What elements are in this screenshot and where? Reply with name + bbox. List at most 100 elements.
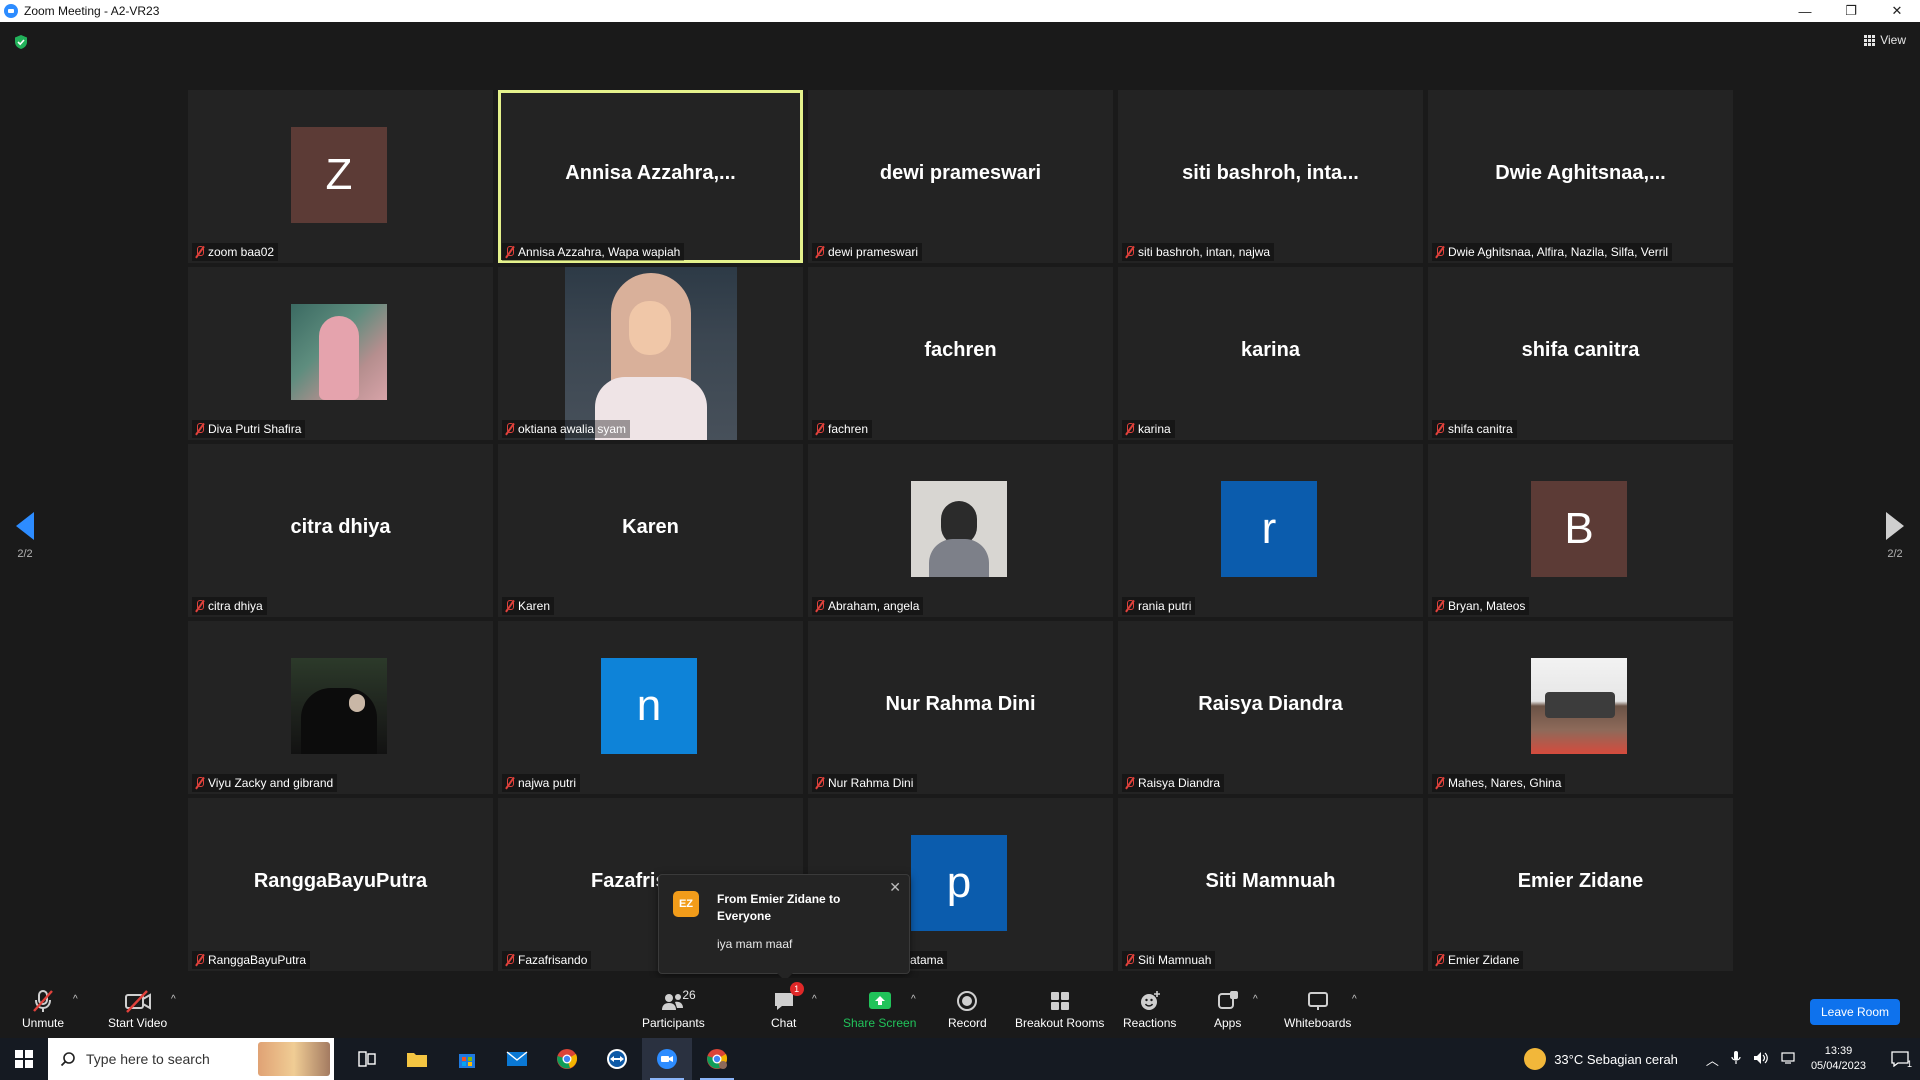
- video-tile[interactable]: Nur Rahma Dini Nur Rahma Dini: [808, 621, 1113, 794]
- weather-widget[interactable]: 33°C Sebagian cerah: [1524, 1048, 1678, 1070]
- muted-mic-icon: [1434, 954, 1445, 966]
- muted-mic-icon: [504, 954, 515, 966]
- video-tile[interactable]: Diva Putri Shafira: [188, 267, 493, 440]
- video-tile[interactable]: Z zoom baa02: [188, 90, 493, 263]
- video-tile[interactable]: Siti Mamnuah Siti Mamnuah: [1118, 798, 1423, 971]
- zoom-app-icon: [4, 4, 18, 18]
- participants-count: 26: [682, 988, 696, 1002]
- participant-label: Diva Putri Shafira: [192, 420, 306, 438]
- restore-button[interactable]: ❐: [1828, 0, 1874, 22]
- video-tile[interactable]: r rania putri: [1118, 444, 1423, 617]
- muted-mic-icon: [1124, 246, 1135, 258]
- chat-notification[interactable]: EZ From Emier Zidane to Everyone iya mam…: [658, 874, 910, 981]
- teamviewer-icon[interactable]: [592, 1038, 642, 1080]
- system-tray: 33°C Sebagian cerah ︿ 13:39 05/04/2023 1: [1524, 1038, 1920, 1080]
- participant-name: Diva Putri Shafira: [208, 422, 302, 436]
- video-options-caret[interactable]: ^: [171, 994, 176, 1005]
- leave-room-button[interactable]: Leave Room: [1810, 999, 1900, 1025]
- whiteboards-label: Whiteboards: [1284, 1016, 1352, 1030]
- video-tile[interactable]: shifa canitra shifa canitra: [1428, 267, 1733, 440]
- video-tile[interactable]: n najwa putri: [498, 621, 803, 794]
- participant-display-name: Nur Rahma Dini: [885, 693, 1036, 715]
- participant-display-name: shifa canitra: [1521, 339, 1640, 361]
- chat-options-caret[interactable]: ^: [812, 994, 817, 1005]
- share-options-caret[interactable]: ^: [911, 994, 916, 1005]
- taskbar-clock[interactable]: 13:39 05/04/2023: [1811, 1044, 1866, 1074]
- video-tile[interactable]: B Bryan, Mateos: [1428, 444, 1733, 617]
- muted-mic-icon: [814, 777, 825, 789]
- apps-options-caret[interactable]: ^: [1253, 994, 1258, 1005]
- next-page-nav[interactable]: 2/2: [1886, 512, 1904, 560]
- video-tile[interactable]: RanggaBayuPutra RanggaBayuPutra: [188, 798, 493, 971]
- muted-mic-icon: [814, 246, 825, 258]
- next-page-arrow-icon[interactable]: [1886, 512, 1904, 540]
- view-button[interactable]: View: [1864, 33, 1906, 47]
- notification-center-button[interactable]: 1: [1880, 1051, 1920, 1069]
- participant-label: Bryan, Mateos: [1432, 597, 1530, 615]
- start-button[interactable]: [0, 1038, 48, 1080]
- reactions-button[interactable]: Reactions: [1123, 988, 1176, 1030]
- video-tile[interactable]: Mahes, Nares, Ghina: [1428, 621, 1733, 794]
- video-tile[interactable]: Viyu Zacky and gibrand: [188, 621, 493, 794]
- mail-icon[interactable]: [492, 1038, 542, 1080]
- close-window-button[interactable]: ✕: [1874, 0, 1920, 22]
- participant-name: Dwie Aghitsnaa, Alfira, Nazila, Silfa, V…: [1448, 245, 1669, 259]
- task-view-icon[interactable]: [342, 1038, 392, 1080]
- file-explorer-icon[interactable]: [392, 1038, 442, 1080]
- start-video-button[interactable]: Start Video: [108, 988, 167, 1030]
- microphone-tray-icon[interactable]: [1731, 1050, 1741, 1068]
- participant-display-name: fachren: [924, 339, 997, 361]
- whiteboards-button[interactable]: Whiteboards: [1284, 988, 1351, 1030]
- muted-mic-icon: [504, 246, 515, 258]
- previous-page-arrow-icon[interactable]: [16, 512, 34, 540]
- window-controls: — ❐ ✕: [1782, 0, 1920, 22]
- audio-options-caret[interactable]: ^: [73, 994, 78, 1005]
- chrome-profile-icon[interactable]: [692, 1038, 742, 1080]
- participant-name: citra dhiya: [208, 599, 263, 613]
- muted-mic-icon: [194, 600, 205, 612]
- participants-button[interactable]: 26 Participants: [642, 988, 705, 1030]
- chat-unread-badge: 1: [789, 982, 804, 996]
- participant-display-name: Siti Mamnuah: [1205, 870, 1336, 892]
- chat-button[interactable]: 1 Chat: [771, 982, 804, 1030]
- show-hidden-icons-caret[interactable]: ︿: [1706, 1050, 1719, 1069]
- participant-label: siti bashroh, intan, najwa: [1122, 243, 1275, 261]
- muted-mic-icon: [504, 777, 515, 789]
- video-tile[interactable]: Raisya Diandra Raisya Diandra: [1118, 621, 1423, 794]
- participant-label: Siti Mamnuah: [1122, 951, 1216, 969]
- video-tile[interactable]: Karen Karen: [498, 444, 803, 617]
- taskbar-search-box[interactable]: Type here to search: [48, 1038, 334, 1080]
- video-tile[interactable]: Emier Zidane Emier Zidane: [1428, 798, 1733, 971]
- participant-name: Siti Mamnuah: [1138, 953, 1212, 967]
- previous-page-nav[interactable]: 2/2: [16, 512, 34, 560]
- security-shield-icon[interactable]: [13, 34, 29, 50]
- chrome-icon[interactable]: [542, 1038, 592, 1080]
- sender-avatar: EZ: [673, 891, 699, 917]
- minimize-button[interactable]: —: [1782, 0, 1828, 22]
- participant-label: Fazafrisando: [502, 951, 592, 969]
- video-tile[interactable]: fachren fachren: [808, 267, 1113, 440]
- video-tile[interactable]: citra dhiya citra dhiya: [188, 444, 493, 617]
- zoom-taskbar-icon[interactable]: [642, 1038, 692, 1080]
- windows-taskbar: Type here to search 33°C Sebagian cerah …: [0, 1038, 1920, 1080]
- search-highlight-image: [258, 1042, 330, 1076]
- unmute-button[interactable]: Unmute: [22, 988, 64, 1030]
- close-notification-icon[interactable]: ✕: [889, 879, 901, 896]
- network-icon[interactable]: [1781, 1051, 1797, 1068]
- video-tile-active-speaker[interactable]: Annisa Azzahra,... Annisa Azzahra, Wapa …: [498, 90, 803, 263]
- search-placeholder: Type here to search: [86, 1051, 210, 1067]
- video-tile[interactable]: Dwie Aghitsnaa,... Dwie Aghitsnaa, Alfir…: [1428, 90, 1733, 263]
- volume-icon[interactable]: [1753, 1051, 1769, 1068]
- record-button[interactable]: Record: [948, 988, 987, 1030]
- share-screen-button[interactable]: Share Screen: [843, 988, 916, 1030]
- title-bar: Zoom Meeting - A2-VR23 — ❐ ✕: [0, 0, 1920, 22]
- video-tile[interactable]: Abraham, angela: [808, 444, 1113, 617]
- breakout-rooms-button[interactable]: Breakout Rooms: [1015, 988, 1104, 1030]
- microsoft-store-icon[interactable]: [442, 1038, 492, 1080]
- apps-button[interactable]: Apps: [1214, 988, 1241, 1030]
- video-tile[interactable]: karina karina: [1118, 267, 1423, 440]
- whiteboards-options-caret[interactable]: ^: [1352, 994, 1357, 1005]
- video-tile[interactable]: dewi prameswari dewi prameswari: [808, 90, 1113, 263]
- video-tile[interactable]: siti bashroh, inta... siti bashroh, inta…: [1118, 90, 1423, 263]
- video-tile[interactable]: oktiana awalia syam: [498, 267, 803, 440]
